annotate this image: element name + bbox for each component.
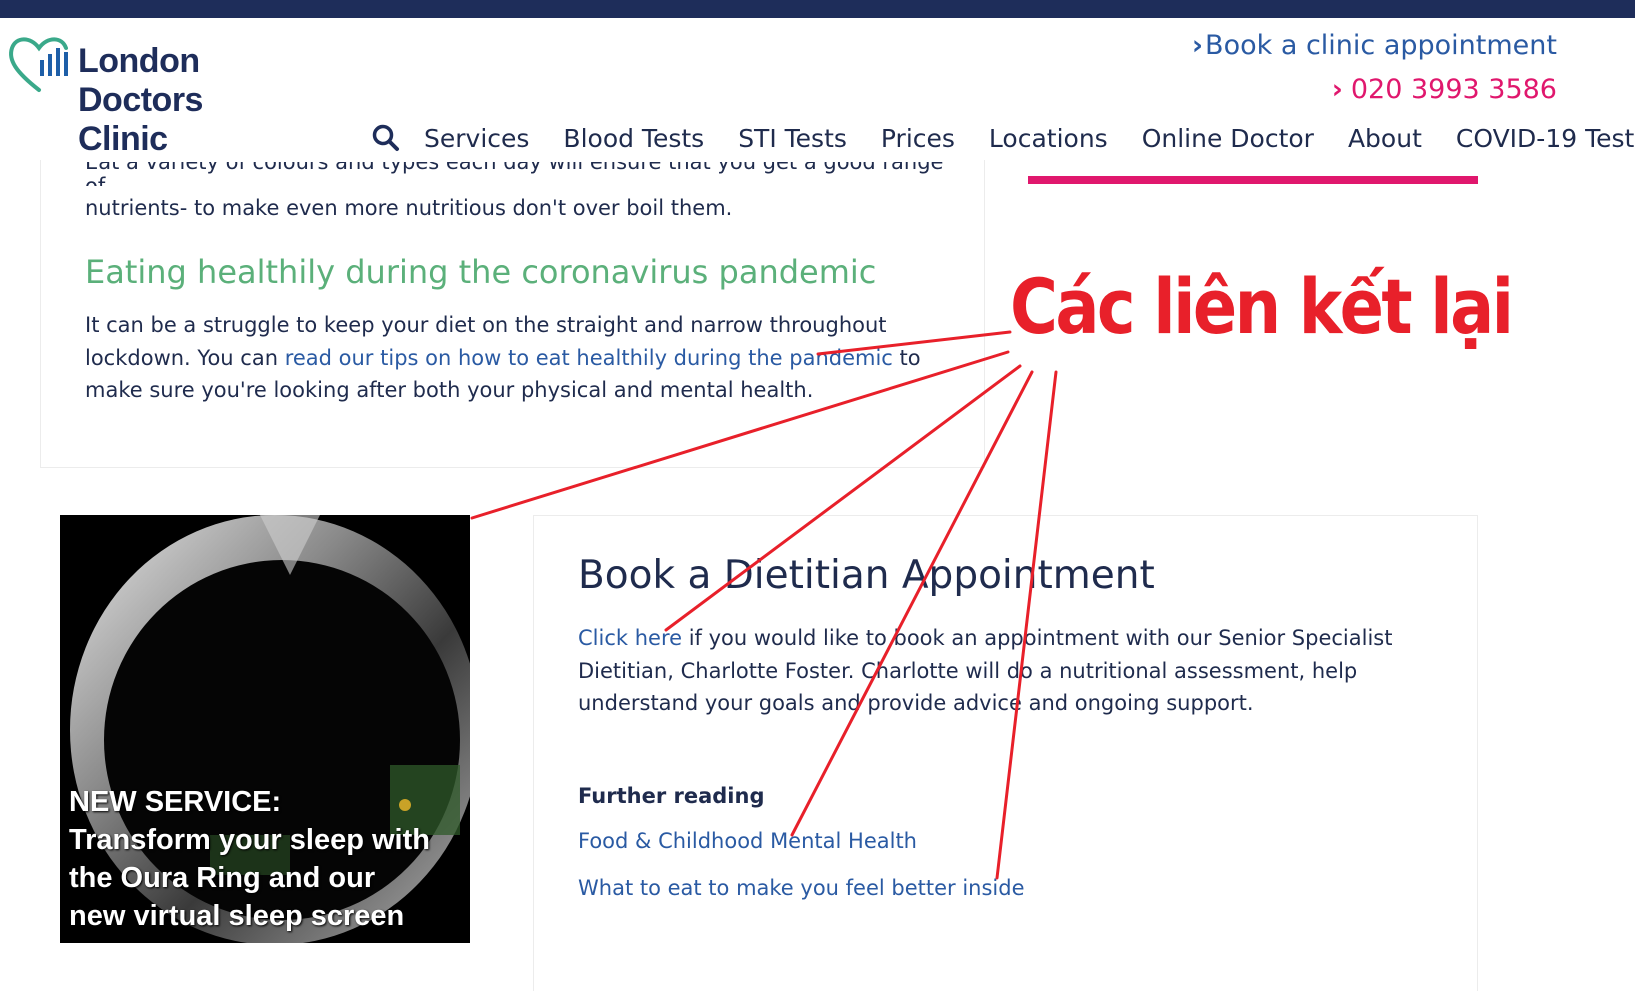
further-reading-heading: Further reading xyxy=(578,784,765,808)
nav-services[interactable]: Services xyxy=(424,124,529,153)
pandemic-tips-link[interactable]: read our tips on how to eat healthily du… xyxy=(285,346,893,370)
nav-blood-tests[interactable]: Blood Tests xyxy=(563,124,704,153)
nav-prices[interactable]: Prices xyxy=(881,124,955,153)
nav-online-doctor[interactable]: Online Doctor xyxy=(1142,124,1314,153)
chevron-right-icon: › xyxy=(1191,30,1204,61)
chevron-right-icon: › xyxy=(1331,74,1343,105)
book-dietitian-title: Book a Dietitian Appointment xyxy=(578,553,1155,598)
book-appointment-link[interactable]: ›Book a clinic appointment xyxy=(1192,30,1557,61)
article-paragraph: nutrients- to make even more nutritious … xyxy=(85,196,733,220)
book-dietitian-text: Click here if you would like to book an … xyxy=(578,626,1393,715)
main-nav: Services Blood Tests STI Tests Prices Lo… xyxy=(366,117,1634,159)
search-icon[interactable] xyxy=(366,118,406,158)
section-heading: Eating healthily during the coronavirus … xyxy=(85,253,877,291)
nav-sti-tests[interactable]: STI Tests xyxy=(738,124,847,153)
nav-about[interactable]: About xyxy=(1348,124,1422,153)
logo-text: London Doctors Clinic xyxy=(78,42,203,158)
phone-link[interactable]: › 020 3993 3586 xyxy=(1332,74,1557,105)
logo[interactable]: London Doctors Clinic xyxy=(6,30,226,160)
article-paragraph-pandemic: It can be a struggle to keep your diet o… xyxy=(85,313,921,402)
article-cut-line: Eat a variety of colours and types each … xyxy=(85,162,944,186)
annotation-label: Các liên kết lại xyxy=(1010,262,1514,351)
click-here-link[interactable]: Click here xyxy=(578,626,682,650)
further-reading-link[interactable]: Food & Childhood Mental Health xyxy=(578,829,917,853)
further-reading-link[interactable]: What to eat to make you feel better insi… xyxy=(578,876,1025,900)
heart-logo-icon xyxy=(9,37,68,92)
promo-text: NEW SERVICE: Transform your sleep with t… xyxy=(69,786,430,932)
top-bar xyxy=(0,0,1635,18)
nav-covid-test[interactable]: COVID-19 Test xyxy=(1456,124,1634,153)
nav-locations[interactable]: Locations xyxy=(989,124,1108,153)
sidebar-accent-bar xyxy=(1028,176,1478,184)
oura-ring-promo[interactable]: NEW SERVICE: Transform your sleep with t… xyxy=(60,515,470,943)
